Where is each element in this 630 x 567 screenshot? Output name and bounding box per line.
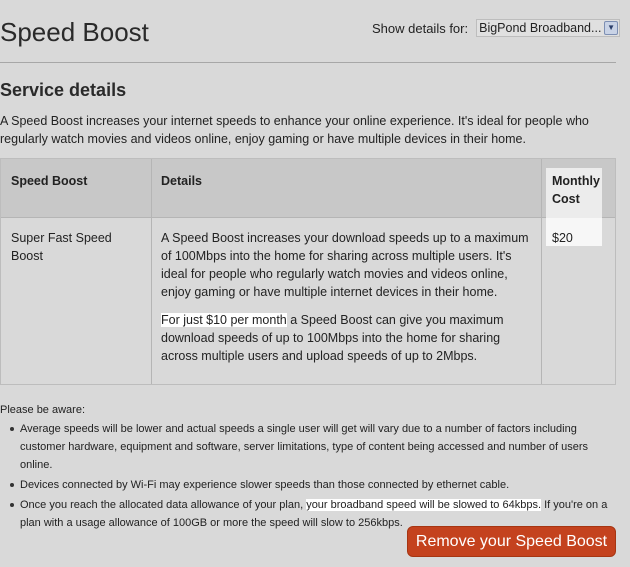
- remove-speed-boost-button[interactable]: Remove your Speed Boost: [407, 526, 616, 557]
- show-details-control: Show details for: BigPond Broadband... ▼: [372, 19, 621, 37]
- service-table: Speed Boost Details Monthly Cost Super F…: [0, 158, 616, 385]
- title-divider: [0, 62, 616, 63]
- service-select-value: BigPond Broadband...: [479, 21, 602, 35]
- row-monthly-cost: $20: [552, 231, 573, 245]
- table-header-row: [1, 159, 615, 218]
- list-item: Devices connected by Wi-Fi may experienc…: [10, 476, 615, 494]
- column-divider: [151, 159, 152, 384]
- row-details: A Speed Boost increases your download sp…: [161, 229, 531, 365]
- list-item: Average speeds will be lower and actual …: [10, 420, 615, 474]
- bullet3-pre: Once you reach the allocated data allowa…: [20, 499, 307, 511]
- service-select[interactable]: BigPond Broadband... ▼: [476, 19, 621, 37]
- service-intro: A Speed Boost increases your internet sp…: [0, 114, 589, 146]
- header-monthly-cost: Monthly Cost: [552, 172, 600, 208]
- aware-heading: Please be aware:: [0, 404, 85, 416]
- page-title: Speed Boost: [0, 17, 149, 47]
- header-details: Details: [161, 174, 202, 188]
- price-highlight: For just $10 per month: [161, 313, 287, 327]
- aware-list: Average speeds will be lower and actual …: [10, 420, 615, 534]
- header-speed-boost: Speed Boost: [11, 174, 88, 188]
- header-monthly-cost-line2: Cost: [552, 192, 580, 206]
- row-plan-name: Super Fast Speed Boost: [11, 231, 112, 263]
- show-details-label: Show details for:: [372, 20, 469, 36]
- row-details-paragraph-1: A Speed Boost increases your download sp…: [161, 231, 529, 299]
- row-details-paragraph-2: For just $10 per month a Speed Boost can…: [161, 311, 531, 365]
- slowdown-highlight: your broadband speed will be slowed to 6…: [306, 499, 542, 511]
- column-divider: [541, 159, 542, 384]
- chevron-down-icon[interactable]: ▼: [604, 21, 619, 35]
- section-title: Service details: [0, 80, 127, 100]
- header-monthly-cost-line1: Monthly: [552, 174, 600, 188]
